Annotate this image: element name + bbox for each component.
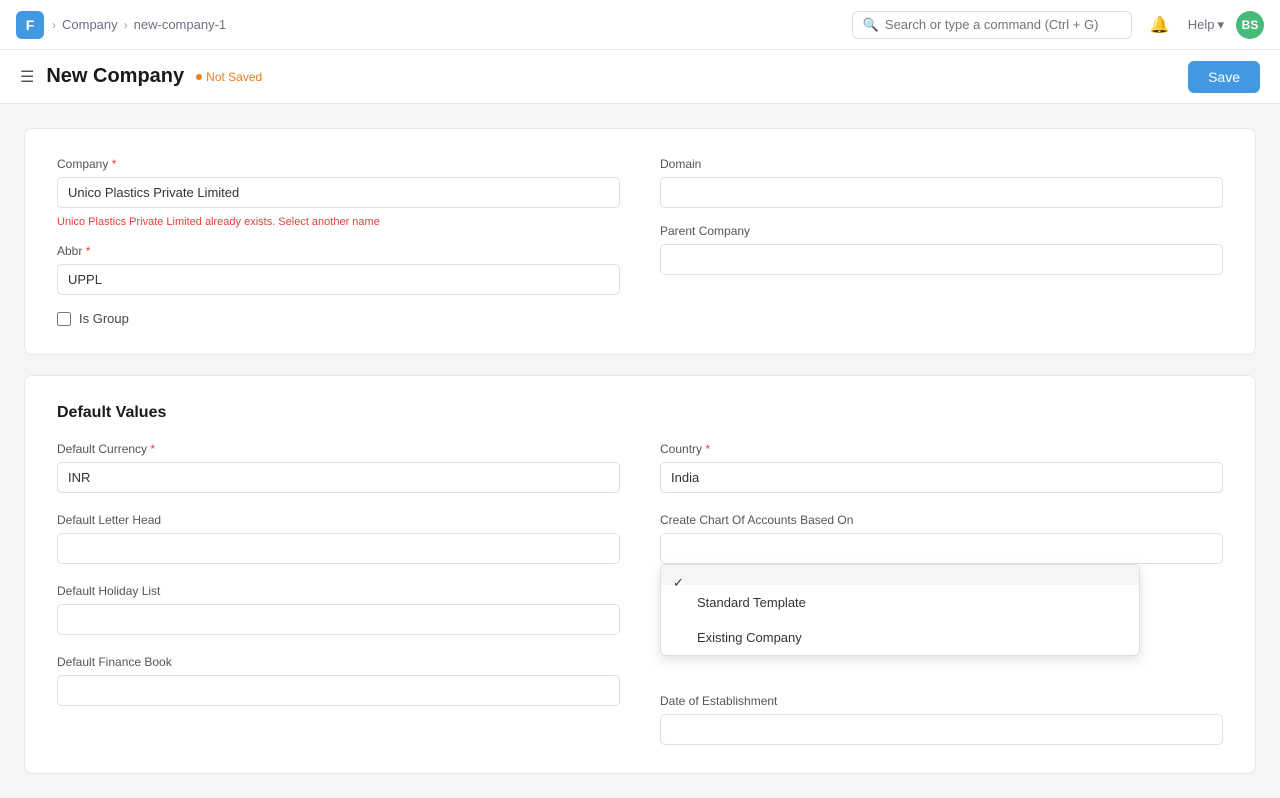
app-logo[interactable]: F (16, 11, 44, 39)
is-group-label: Is Group (79, 311, 129, 326)
default-finance-book-label: Default Finance Book (57, 655, 620, 669)
company-right-col: Domain Parent Company (660, 157, 1223, 326)
default-currency-label: Default Currency * (57, 442, 620, 456)
country-input[interactable] (660, 462, 1223, 493)
company-required-marker: * (112, 157, 117, 171)
default-currency-group: Default Currency * (57, 442, 620, 493)
default-finance-book-input[interactable] (57, 675, 620, 706)
avatar[interactable]: BS (1236, 11, 1264, 39)
default-holiday-list-group: Default Holiday List (57, 584, 620, 635)
country-required-marker: * (705, 442, 710, 456)
parent-company-input[interactable] (660, 244, 1223, 275)
company-error-text: Unico Plastics Private Limited already e… (57, 216, 620, 228)
page-title: New Company (46, 65, 184, 88)
default-values-form-grid: Default Currency * Default Letter Head D… (57, 442, 1223, 745)
dropdown-item-existing-company[interactable]: Existing Company (661, 620, 1139, 655)
parent-company-field-group: Parent Company (660, 224, 1223, 275)
default-finance-book-group: Default Finance Book (57, 655, 620, 706)
company-field-group: Company * Unico Plastics Private Limited… (57, 157, 620, 228)
company-left-col: Company * Unico Plastics Private Limited… (57, 157, 620, 326)
company-label: Company * (57, 157, 620, 171)
default-letter-head-group: Default Letter Head (57, 513, 620, 564)
abbr-required-marker: * (86, 244, 91, 258)
default-values-right-col: Country * Create Chart Of Accounts Based… (660, 442, 1223, 745)
breadcrumb-sep-2: › (124, 18, 128, 32)
breadcrumb-company[interactable]: Company (62, 17, 118, 32)
is-group-checkbox-group: Is Group (57, 311, 620, 326)
not-saved-dot (196, 74, 202, 80)
company-input[interactable] (57, 177, 620, 208)
domain-field-group: Domain (660, 157, 1223, 208)
date-of-establishment-label: Date of Establishment (660, 694, 1223, 708)
default-values-left-col: Default Currency * Default Letter Head D… (57, 442, 620, 745)
search-bar[interactable]: 🔍 (852, 11, 1132, 39)
create-chart-input[interactable] (660, 533, 1223, 564)
create-chart-label: Create Chart Of Accounts Based On (660, 513, 1223, 527)
domain-label: Domain (660, 157, 1223, 171)
country-group: Country * (660, 442, 1223, 493)
help-button[interactable]: Help ▾ (1188, 17, 1224, 33)
notification-button[interactable]: 🔔 (1144, 9, 1176, 41)
country-label: Country * (660, 442, 1223, 456)
not-saved-badge: Not Saved (196, 70, 262, 84)
create-chart-dropdown[interactable]: Standard Template Existing Company (660, 564, 1140, 656)
default-currency-input[interactable] (57, 462, 620, 493)
not-saved-label: Not Saved (206, 70, 262, 84)
page-header: ☰ New Company Not Saved Save (0, 50, 1280, 104)
search-icon: 🔍 (863, 17, 879, 33)
chevron-down-icon: ▾ (1217, 17, 1224, 33)
dropdown-item-blank[interactable] (661, 565, 1139, 585)
currency-required-marker: * (150, 442, 155, 456)
company-form-grid: Company * Unico Plastics Private Limited… (57, 157, 1223, 326)
default-letter-head-input[interactable] (57, 533, 620, 564)
breadcrumb-new-company: new-company-1 (134, 17, 227, 32)
breadcrumb: › Company › new-company-1 (52, 17, 226, 32)
abbr-field-group: Abbr * (57, 244, 620, 295)
default-holiday-list-label: Default Holiday List (57, 584, 620, 598)
default-values-card: Default Values Default Currency * Defaul… (24, 375, 1256, 774)
hamburger-icon[interactable]: ☰ (20, 67, 34, 87)
parent-company-label: Parent Company (660, 224, 1223, 238)
top-navigation: F › Company › new-company-1 🔍 🔔 Help ▾ B… (0, 0, 1280, 50)
default-holiday-list-input[interactable] (57, 604, 620, 635)
abbr-label: Abbr * (57, 244, 620, 258)
topnav-right: 🔍 🔔 Help ▾ BS (852, 9, 1264, 41)
company-card: Company * Unico Plastics Private Limited… (24, 128, 1256, 355)
is-group-checkbox[interactable] (57, 312, 71, 326)
date-of-establishment-group: Date of Establishment (660, 694, 1223, 745)
abbr-input[interactable] (57, 264, 620, 295)
main-content: Company * Unico Plastics Private Limited… (0, 104, 1280, 798)
domain-input[interactable] (660, 177, 1223, 208)
create-chart-group: Create Chart Of Accounts Based On Standa… (660, 513, 1223, 564)
search-input[interactable] (885, 17, 1121, 32)
breadcrumb-sep-1: › (52, 18, 56, 32)
date-of-establishment-input[interactable] (660, 714, 1223, 745)
save-button[interactable]: Save (1188, 61, 1260, 93)
default-letter-head-label: Default Letter Head (57, 513, 620, 527)
default-values-title: Default Values (57, 404, 1223, 422)
dropdown-item-standard-template[interactable]: Standard Template (661, 585, 1139, 620)
